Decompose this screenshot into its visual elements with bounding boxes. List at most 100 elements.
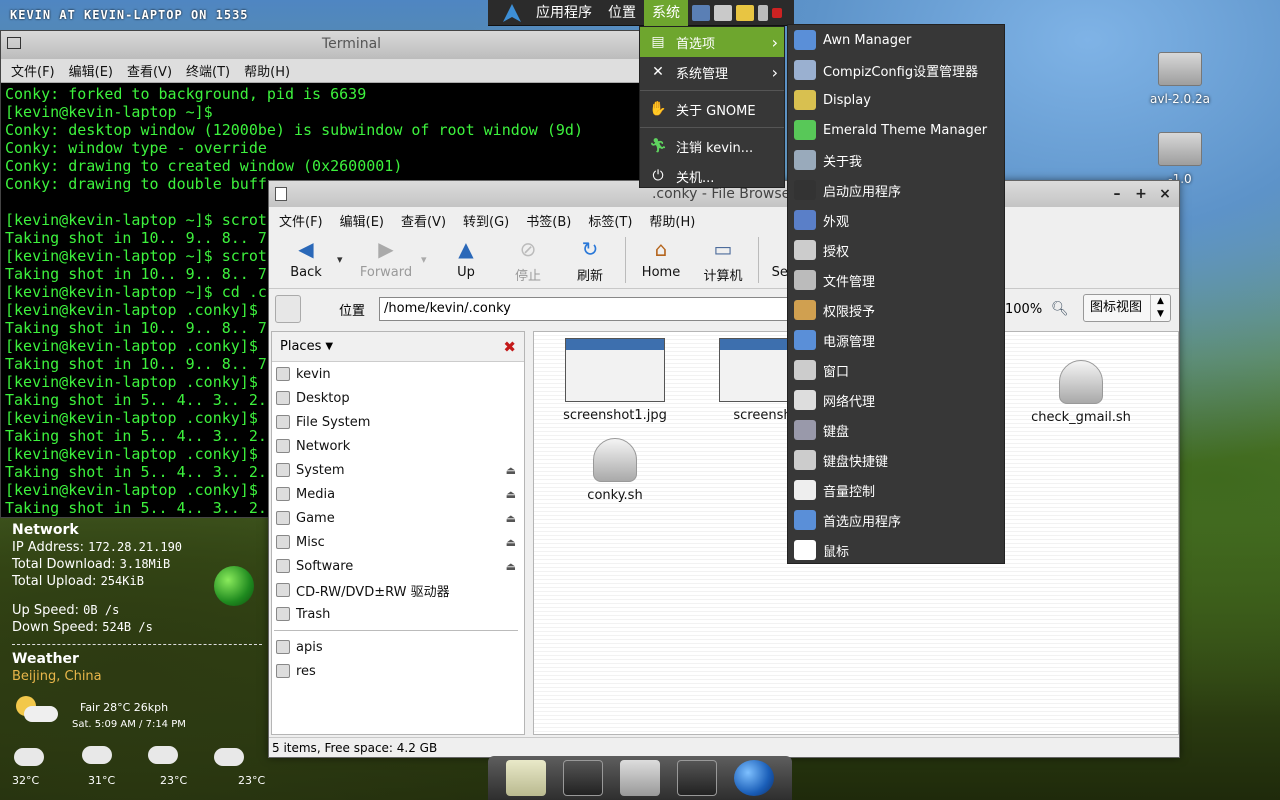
fb-menu-file[interactable]: 文件(F) [279, 211, 323, 230]
pref-menu-item[interactable]: 鼠标 [788, 535, 1004, 565]
places-item[interactable]: Software ⏏ [272, 554, 524, 578]
terminal-menu-edit[interactable]: 编辑(E) [69, 61, 113, 80]
arch-logo-icon[interactable] [500, 1, 524, 25]
places-item[interactable]: Misc ⏏ [272, 530, 524, 554]
terminal-menu-terminal[interactable]: 终端(T) [186, 61, 230, 80]
places-item[interactable]: Game ⏏ [272, 506, 524, 530]
desktop-folder-2[interactable]: -1.0 [1140, 132, 1220, 186]
pref-menu-item[interactable]: 关于我 [788, 145, 1004, 175]
location-input[interactable]: /home/kevin/.conky [379, 297, 796, 321]
eject-icon[interactable]: ⏏ [506, 512, 516, 525]
view-mode-select[interactable]: 图标视图 ▲ ▼ [1083, 294, 1171, 322]
places-item[interactable]: kevin [272, 362, 524, 386]
back-label: Back [290, 265, 322, 280]
file-item[interactable]: check_gmail.sh [1026, 360, 1136, 425]
system-menu-button[interactable]: 系统 [644, 0, 688, 26]
back-history-dropdown[interactable]: ▾ [337, 253, 351, 266]
network-icon[interactable] [692, 4, 710, 21]
places-header[interactable]: Places ▼ [272, 332, 524, 362]
zoom-icon[interactable]: 🔍︎ [1051, 301, 1069, 317]
computer-button[interactable]: ▭ 计算机 [697, 237, 749, 284]
maximize-button[interactable]: + [1129, 181, 1153, 207]
eject-icon[interactable]: ⏏ [506, 488, 516, 501]
pref-menu-item[interactable]: Emerald Theme Manager [788, 115, 1004, 145]
terminal-launcher-icon[interactable] [563, 760, 604, 796]
back-button[interactable]: ◀ Back [280, 237, 332, 280]
places-item[interactable]: Media ⏏ [272, 482, 524, 506]
close-sidebar-icon[interactable]: ✖ [503, 338, 516, 356]
place-icon [276, 415, 290, 429]
folder-icon[interactable] [736, 4, 754, 21]
fb-menu-go[interactable]: 转到(G) [463, 211, 509, 230]
menu-item-logout[interactable]: 🏃︎ 注销 kevin... [640, 131, 784, 161]
pref-menu-item[interactable]: CompizConfig设置管理器 [788, 55, 1004, 85]
refresh-button[interactable]: ↻ 刷新 [564, 237, 616, 284]
home-button[interactable]: ⌂ Home [635, 237, 687, 280]
pref-menu-item[interactable]: 首选应用程序 [788, 505, 1004, 535]
file-browser-window-icon[interactable] [275, 187, 287, 201]
text-editor-launcher-icon[interactable] [506, 760, 547, 796]
places-item[interactable]: CD-RW/DVD±RW 驱动器 [272, 578, 524, 602]
forward-button[interactable]: ▶ Forward [356, 237, 416, 280]
file-item[interactable]: conky.sh [560, 438, 670, 503]
fb-menu-view[interactable]: 查看(V) [401, 211, 446, 230]
pref-menu-item[interactable]: 权限授予 [788, 295, 1004, 325]
pref-menu-item[interactable]: Display [788, 85, 1004, 115]
terminal-line: Conky: forked to background, pid is 6639 [5, 85, 367, 103]
places-item[interactable]: Trash [272, 602, 524, 626]
minimize-button[interactable]: – [1105, 181, 1129, 207]
pref-menu-item[interactable]: 授权 [788, 235, 1004, 265]
bookmark-item[interactable]: res [272, 659, 524, 683]
stop-button[interactable]: ⊘ 停止 [502, 237, 554, 284]
menu-item-administration[interactable]: ✕ 系统管理 › [640, 57, 784, 87]
terminal-menu-view[interactable]: 查看(V) [127, 61, 172, 80]
fb-menu-help[interactable]: 帮助(H) [649, 211, 695, 230]
menu-item-preferences[interactable]: ▤ 首选项 › [640, 27, 784, 57]
menu-item-about-gnome[interactable]: ✋ 关于 GNOME [640, 94, 784, 124]
terminal-menu-help[interactable]: 帮助(H) [244, 61, 290, 80]
terminal-titlebar[interactable]: Terminal [1, 31, 702, 59]
applications-menu[interactable]: 应用程序 [528, 0, 600, 26]
places-item[interactable]: File System [272, 410, 524, 434]
file-manager-launcher-icon[interactable] [619, 760, 660, 796]
eject-icon[interactable]: ⏏ [506, 560, 516, 573]
forward-history-dropdown[interactable]: ▾ [421, 253, 435, 266]
bookmark-item[interactable]: apis [272, 635, 524, 659]
volume-icon[interactable] [758, 4, 768, 21]
places-item[interactable]: Network [272, 434, 524, 458]
fb-menu-tabs[interactable]: 标签(T) [588, 211, 632, 230]
close-button[interactable]: × [1153, 181, 1177, 207]
pref-menu-item[interactable]: 音量控制 [788, 475, 1004, 505]
edit-location-button[interactable] [275, 295, 301, 323]
up-button[interactable]: ▲ Up [440, 237, 492, 280]
pref-menu-item[interactable]: 外观 [788, 205, 1004, 235]
pref-menu-item[interactable]: Awn Manager [788, 25, 1004, 55]
pref-menu-item[interactable]: 键盘快捷键 [788, 445, 1004, 475]
pref-menu-item[interactable]: 窗口 [788, 355, 1004, 385]
close-icon[interactable] [772, 7, 782, 18]
eject-icon[interactable]: ⏏ [506, 464, 516, 477]
places-item-label: Network [296, 438, 351, 454]
terminal-menu-file[interactable]: 文件(F) [11, 61, 55, 80]
terminal-launcher-icon[interactable] [676, 760, 717, 796]
conky-download-value: 3.18MiB [119, 557, 171, 571]
places-item[interactable]: System ⏏ [272, 458, 524, 482]
pref-menu-item[interactable]: 键盘 [788, 415, 1004, 445]
file-item[interactable]: screenshot1.jpg [560, 338, 670, 423]
keyboard-icon[interactable] [714, 4, 732, 21]
eject-icon[interactable]: ⏏ [506, 536, 516, 549]
pref-menu-item[interactable]: 文件管理 [788, 265, 1004, 295]
pref-menu-item[interactable]: 启动应用程序 [788, 175, 1004, 205]
places-item[interactable]: Desktop [272, 386, 524, 410]
terminal-line: Conky: desktop window (12000be) is subwi… [5, 121, 583, 139]
pref-menu-item[interactable]: 电源管理 [788, 325, 1004, 355]
terminal-window-icon[interactable] [7, 37, 21, 49]
places-menu[interactable]: 位置 [600, 0, 644, 26]
fb-menu-edit[interactable]: 编辑(E) [340, 211, 384, 230]
place-icon [276, 463, 290, 477]
desktop-folder-avl[interactable]: avl-2.0.2a [1140, 52, 1220, 106]
browser-globe-icon[interactable] [733, 760, 774, 796]
menu-item-shutdown[interactable]: ⏻ 关机... [640, 161, 784, 191]
fb-menu-bookmarks[interactable]: 书签(B) [526, 211, 571, 230]
pref-menu-item[interactable]: 网络代理 [788, 385, 1004, 415]
